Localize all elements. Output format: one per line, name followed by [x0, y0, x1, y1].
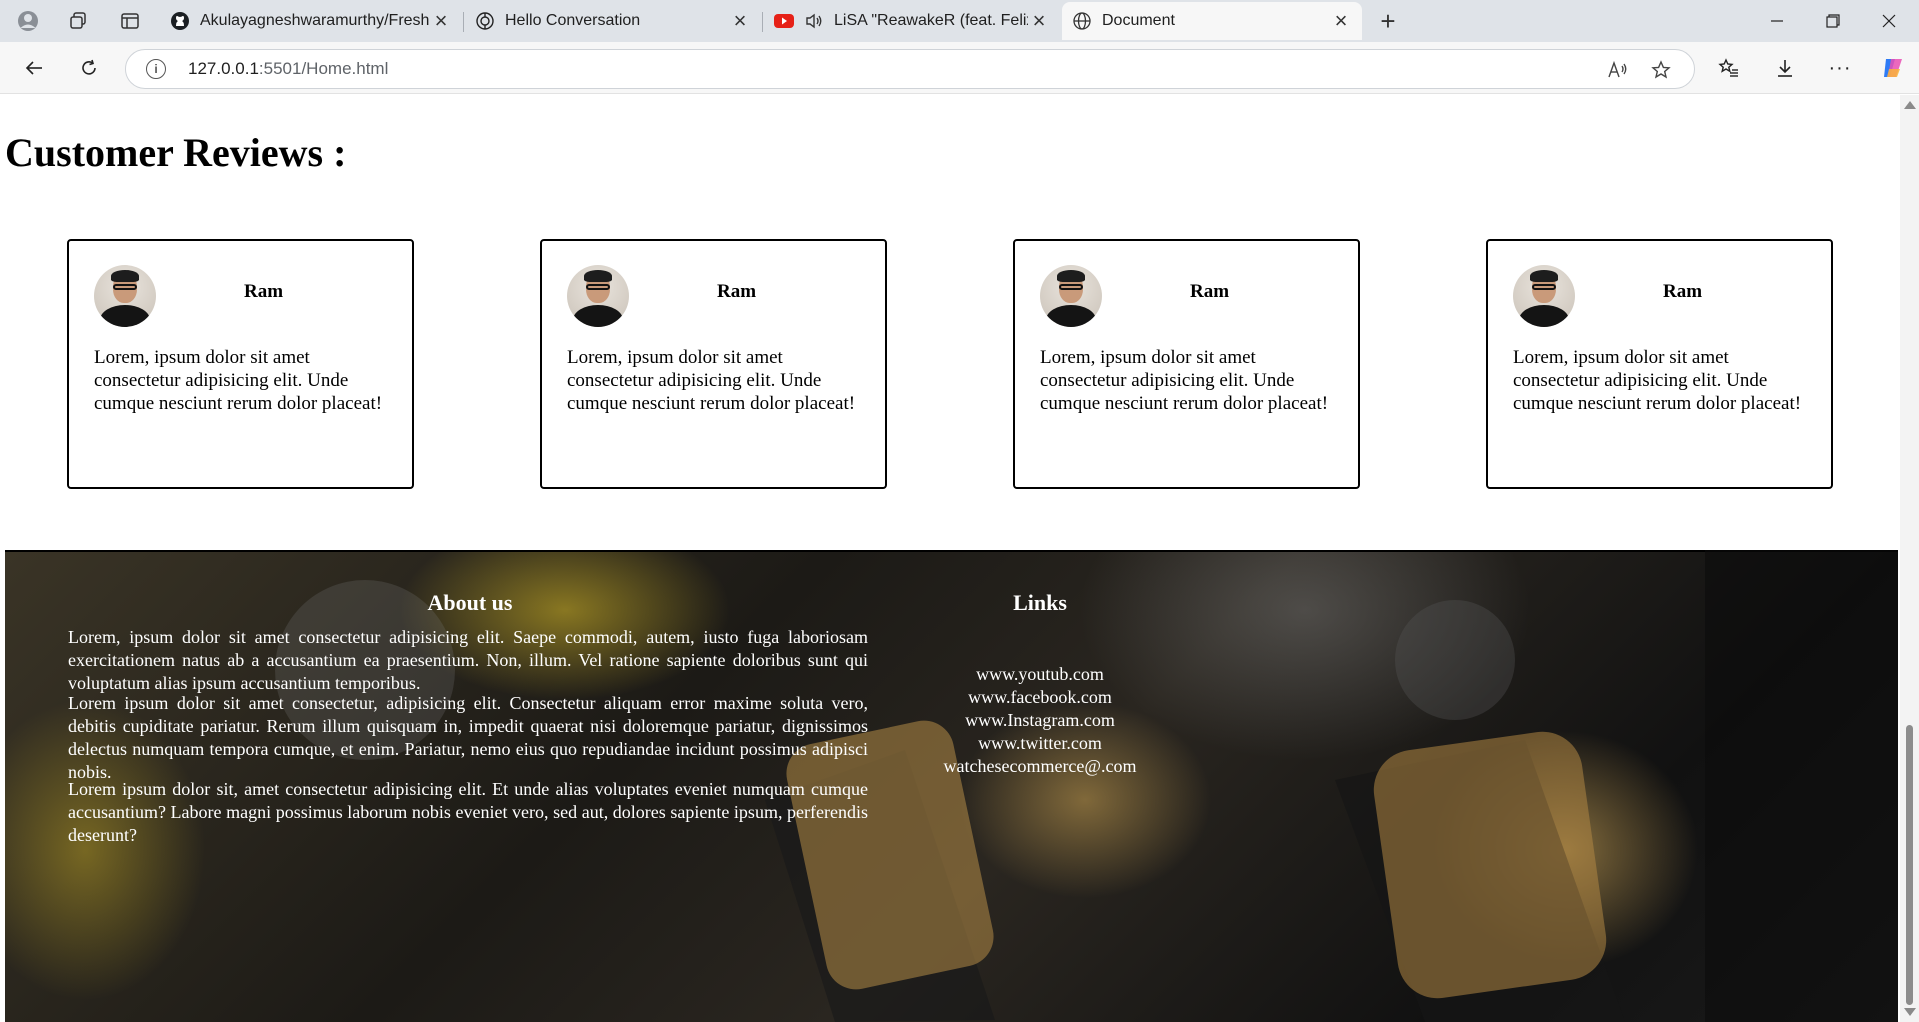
scroll-down-icon[interactable] [1904, 1008, 1916, 1016]
page-scrollbar[interactable] [1900, 95, 1919, 1022]
workspaces-icon[interactable] [62, 6, 94, 36]
footer: About us Lorem, ipsum dolor sit amet con… [5, 550, 1898, 1022]
close-icon[interactable]: × [430, 8, 452, 34]
more-options-icon[interactable]: ··· [1822, 50, 1858, 86]
links-title: Links [1013, 590, 1067, 615]
email-link[interactable]: watchesecommerce@.com [855, 755, 1225, 778]
avatar [1513, 265, 1575, 327]
github-icon [170, 11, 190, 31]
restore-icon[interactable] [1805, 0, 1861, 42]
youtube-icon [774, 11, 794, 31]
tab-hello-conversation[interactable]: Hello Conversation × [465, 2, 761, 40]
tab-strip: Akulayagneshwaramurthy/Fresh-I × Hello C… [0, 0, 1919, 42]
close-icon[interactable]: × [1028, 8, 1050, 34]
globe-icon [1072, 11, 1092, 31]
page-viewport: Customer Reviews : Ram Lorem, ipsum dolo… [0, 95, 1919, 1022]
about-us-title: About us [427, 590, 513, 615]
reload-icon[interactable] [71, 50, 107, 86]
tab-title: Document [1102, 12, 1175, 29]
about-paragraph: Lorem, ipsum dolor sit amet consectetur … [68, 627, 868, 693]
review-card: Ram Lorem, ipsum dolor sit amet consecte… [1013, 239, 1360, 489]
window-close-icon[interactable] [1861, 0, 1917, 42]
tab-youtube-lisa[interactable]: LiSA "ReawakeR (feat. Felix of × [764, 2, 1060, 40]
tab-github[interactable]: Akulayagneshwaramurthy/Fresh-I × [160, 2, 462, 40]
tab-document[interactable]: Document × [1062, 2, 1362, 40]
tab-actions-icon[interactable] [114, 6, 146, 36]
tab-title: Hello Conversation [505, 12, 641, 29]
new-tab-icon[interactable]: + [1372, 6, 1404, 36]
downloads-icon[interactable] [1767, 50, 1803, 86]
tab-separator [762, 12, 763, 32]
about-paragraph: Lorem ipsum dolor sit, amet consectetur … [68, 779, 868, 845]
minimize-icon[interactable] [1749, 0, 1805, 42]
review-card: Ram Lorem, ipsum dolor sit amet consecte… [540, 239, 887, 489]
avatar [567, 265, 629, 327]
favorites-icon[interactable] [1711, 50, 1747, 86]
close-icon[interactable]: × [1330, 8, 1352, 34]
review-text: Lorem, ipsum dolor sit amet consectetur … [567, 347, 856, 414]
address-bar[interactable]: i 127.0.0.1:5501/Home.html [125, 49, 1695, 89]
about-paragraph: Lorem ipsum dolor sit amet consectetur, … [68, 693, 868, 782]
reviews-heading: Customer Reviews : [5, 130, 347, 175]
chatgpt-icon [475, 11, 495, 31]
back-icon[interactable] [16, 50, 52, 86]
reviewer-name: Ram [1190, 281, 1230, 302]
site-info-icon[interactable]: i [146, 59, 166, 79]
url-host: 127.0.0.1 [188, 59, 259, 78]
review-text: Lorem, ipsum dolor sit amet consectetur … [1040, 347, 1329, 414]
instagram-link[interactable]: www.Instagram.com [855, 709, 1225, 732]
tab-title: LiSA "ReawakeR (feat. Felix of [834, 12, 1028, 29]
youtube-link[interactable]: www.youtub.com [855, 663, 1225, 686]
facebook-link[interactable]: www.facebook.com [855, 686, 1225, 709]
tab-title: Akulayagneshwaramurthy/Fresh-I [200, 12, 430, 29]
close-icon[interactable]: × [729, 8, 751, 34]
footer-links: www.youtub.com www.facebook.com www.Inst… [855, 663, 1225, 778]
review-card: Ram Lorem, ipsum dolor sit amet consecte… [1486, 239, 1833, 489]
browser-toolbar: i 127.0.0.1:5501/Home.html ··· [0, 42, 1919, 94]
avatar [94, 265, 156, 327]
reviewer-name: Ram [244, 281, 284, 302]
review-text: Lorem, ipsum dolor sit amet consectetur … [1513, 347, 1802, 414]
reviewer-name: Ram [1663, 281, 1703, 302]
profile-icon[interactable] [12, 6, 44, 36]
scrollbar-thumb[interactable] [1906, 725, 1913, 1005]
speaker-icon[interactable] [804, 11, 824, 31]
copilot-icon[interactable] [1875, 50, 1911, 86]
tab-separator [463, 12, 464, 32]
url-text[interactable]: 127.0.0.1:5501/Home.html [188, 59, 388, 79]
favorite-star-icon[interactable] [1649, 58, 1673, 82]
reviewer-name: Ram [717, 281, 757, 302]
review-text: Lorem, ipsum dolor sit amet consectetur … [94, 347, 383, 414]
url-path: :5501/Home.html [258, 59, 389, 78]
read-aloud-icon[interactable] [1606, 58, 1630, 82]
avatar [1040, 265, 1102, 327]
twitter-link[interactable]: www.twitter.com [855, 732, 1225, 755]
review-card: Ram Lorem, ipsum dolor sit amet consecte… [67, 239, 414, 489]
scroll-up-icon[interactable] [1904, 101, 1916, 109]
